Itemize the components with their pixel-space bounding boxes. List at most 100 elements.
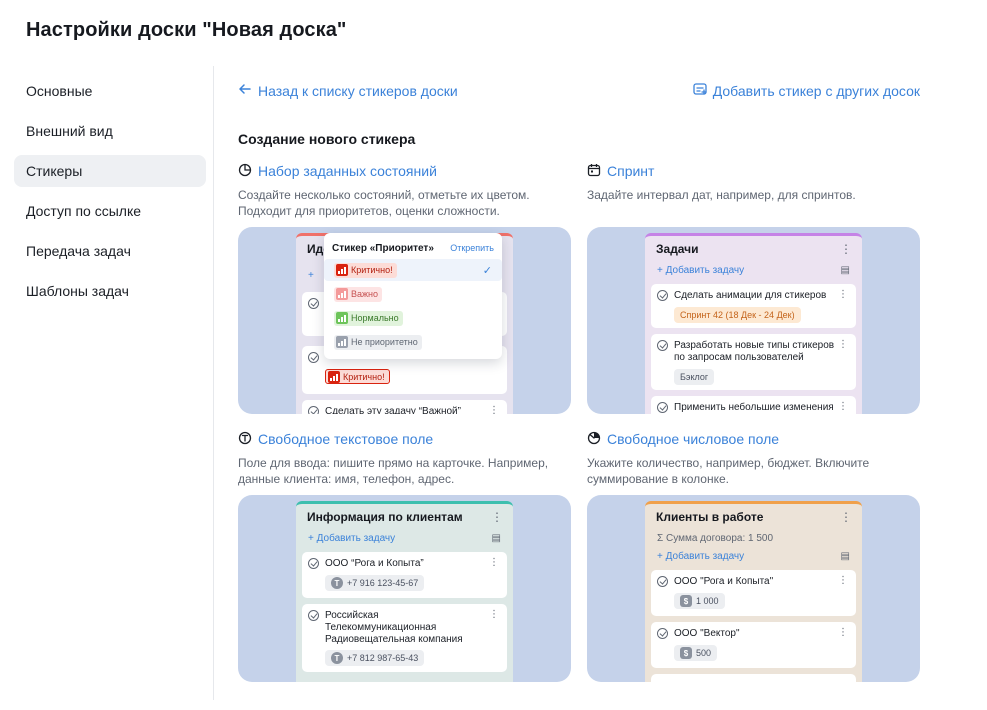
sidebar-item-basic[interactable]: Основные [14, 75, 206, 107]
preview-task-card: Сделать анимации для стикеров ⋮ Спринт 4… [651, 284, 856, 328]
option-label: Важно [351, 289, 379, 299]
priority-option[interactable]: Важно [332, 283, 494, 305]
column-title-text: Задачи [656, 242, 699, 256]
task-text: Радиовещательная компания [325, 634, 463, 645]
phone-text: +7 916 123-45-67 [347, 578, 419, 588]
add-task-label: Добавить задачу [316, 532, 396, 544]
plus-icon: + [657, 264, 666, 276]
plus-icon: + [308, 270, 314, 281]
preview-column: Информация по клиентам ⋮ + Добавить задач… [296, 501, 513, 682]
check-circle-icon [657, 576, 668, 587]
task-text: ООО “Рога и Копыта” [325, 558, 424, 569]
sprint-description: Задайте интервал дат, например, для спри… [587, 187, 920, 219]
settings-sidebar: Основные Внешний вид Стикеры Доступ по с… [14, 75, 206, 315]
add-task-row: + Добавить задачу ▤ [296, 530, 513, 546]
pie-chart-icon [238, 163, 252, 180]
add-link-label: Добавить стикер с других досок [712, 82, 920, 99]
number-preview[interactable]: Клиенты в работе ⋮ Σ Сумма договора: 1 50… [587, 495, 920, 682]
task-text: Сделать эту задачу “Важной” [325, 406, 461, 414]
kebab-menu-icon: ⋮ [489, 609, 499, 620]
plus-icon: + [657, 550, 666, 562]
check-circle-icon [657, 290, 668, 301]
sprint-title: Спринт [607, 163, 655, 179]
number-desc-line: Укажите количество, например, бюджет. Вк… [587, 456, 870, 470]
page-title: Настройки доски "Новая доска" [26, 19, 347, 41]
sticker-type-sprint-link[interactable]: Спринт [587, 161, 920, 181]
back-to-stickers-link[interactable]: Назад к списку стикеров доски [238, 82, 458, 99]
sticker-type-number-link[interactable]: Свободное числовое поле [587, 429, 920, 449]
task-text: Разработать новые типы стикеров [674, 340, 835, 351]
gauge-icon [587, 431, 601, 448]
check-circle-icon [657, 340, 668, 351]
text-preview[interactable]: Информация по клиентам ⋮ + Добавить задач… [238, 495, 571, 682]
priority-option[interactable]: Не приоритетно [332, 331, 494, 353]
task-text: ООО "Вектор" [674, 628, 740, 639]
amount-chip: $500 [674, 645, 718, 661]
amount-chip: $1 000 [674, 593, 725, 609]
option-label: Нормально [351, 313, 399, 323]
number-desc-line: суммирование в колонке. [587, 472, 730, 486]
phone-text: +7 812 987-65-43 [347, 653, 419, 663]
sticker-type-number-card: Свободное числовое поле Укажите количест… [587, 429, 920, 682]
text-desc-line: данные клиента: имя, телефон, адрес. [238, 472, 455, 486]
sum-label: Сумма договора: 1 500 [665, 532, 774, 544]
dollar-icon: $ [680, 647, 692, 659]
sprint-preview[interactable]: Задачи ⋮ + Добавить задачу ▤ Сделать анима… [587, 227, 920, 414]
sticker-type-sprint-card: Спринт Задайте интервал дат, например, д… [587, 161, 920, 414]
states-desc-line: Подходит для приоритетов, оценки сложнос… [238, 204, 500, 218]
kebab-menu-icon: ⋮ [838, 289, 848, 300]
sidebar-item-stickers[interactable]: Стикеры [14, 155, 206, 187]
calendar-icon [587, 163, 601, 180]
dollar-icon: $ [680, 595, 692, 607]
preview-task-card [651, 674, 856, 682]
board-settings-icon: ▤ [491, 532, 501, 544]
kebab-menu-icon: ⋮ [838, 627, 848, 638]
unpin-link[interactable]: Открепить [450, 243, 494, 253]
kebab-menu-icon: ⋮ [491, 510, 503, 524]
add-task-label: Добавить задачу [665, 264, 745, 276]
plus-icon: + [308, 532, 317, 544]
add-sticker-from-boards-link[interactable]: Добавить стикер с других досок [693, 82, 920, 99]
preview-task-card: ООО "Вектор" ⋮ $500 [651, 622, 856, 668]
states-description: Создайте несколько состояний, отметьте и… [238, 187, 571, 219]
task-text: по запросам пользователей [674, 352, 804, 363]
kebab-menu-icon: ⋮ [838, 401, 848, 412]
text-title: Свободное текстовое поле [258, 431, 434, 447]
sum-row: Σ Сумма договора: 1 500 [645, 530, 862, 546]
board-settings-icon: ▤ [840, 264, 850, 276]
priority-option[interactable]: Критично! ✓ [324, 259, 502, 281]
priority-bars-icon [336, 336, 348, 348]
backlog-chip: Бэклог [674, 369, 715, 385]
preview-task-card: Применить небольшие изменения ⋮ [651, 396, 856, 414]
section-title: Создание нового стикера [238, 131, 416, 147]
number-title: Свободное числовое поле [607, 431, 780, 447]
sticker-type-text-link[interactable]: Свободное текстовое поле [238, 429, 571, 449]
priority-bars-icon [336, 288, 348, 300]
sidebar-item-appearance[interactable]: Внешний вид [14, 115, 206, 147]
priority-option[interactable]: Нормально [332, 307, 494, 329]
sprint-chip: Спринт 42 (18 Дек - 24 Дек) [674, 307, 801, 323]
sticker-type-states-card: Набор заданных состояний Создайте нескол… [238, 161, 571, 414]
check-circle-icon [308, 406, 319, 414]
sidebar-item-task-transfer[interactable]: Передача задач [14, 235, 206, 267]
task-text: ООО "Рога и Копыта" [674, 576, 774, 587]
arrow-left-icon [238, 82, 252, 99]
sticker-type-states-link[interactable]: Набор заданных состояний [238, 161, 571, 181]
preview-column: Клиенты в работе ⋮ Σ Сумма договора: 1 50… [645, 501, 862, 682]
sidebar-item-link-access[interactable]: Доступ по ссылке [14, 195, 206, 227]
priority-bars-icon [328, 370, 340, 383]
task-text: Сделать анимации для стикеров [674, 290, 827, 301]
preview-task-card: ООО “Рога и Копыта” ⋮ T +7 916 123-45-67 [302, 552, 507, 598]
text-field-icon: T [331, 652, 343, 664]
kebab-menu-icon: ⋮ [838, 575, 848, 586]
check-circle-icon [308, 298, 319, 309]
preview-task-card: Разработать новые типы стикеров по запрос… [651, 334, 856, 390]
phone-chip: T +7 916 123-45-67 [325, 575, 425, 591]
preview-task-card: ООО "Рога и Копыта" ⋮ $1 000 [651, 570, 856, 616]
add-task-row: + Добавить задачу ▤ [645, 262, 862, 278]
check-circle-icon [308, 610, 319, 621]
priority-chip: Критично! [325, 369, 390, 384]
check-circle-icon [308, 558, 319, 569]
sidebar-item-task-templates[interactable]: Шаблоны задач [14, 275, 206, 307]
states-preview[interactable]: Иде + Критично! Сделать эту задачу “Важн… [238, 227, 571, 414]
